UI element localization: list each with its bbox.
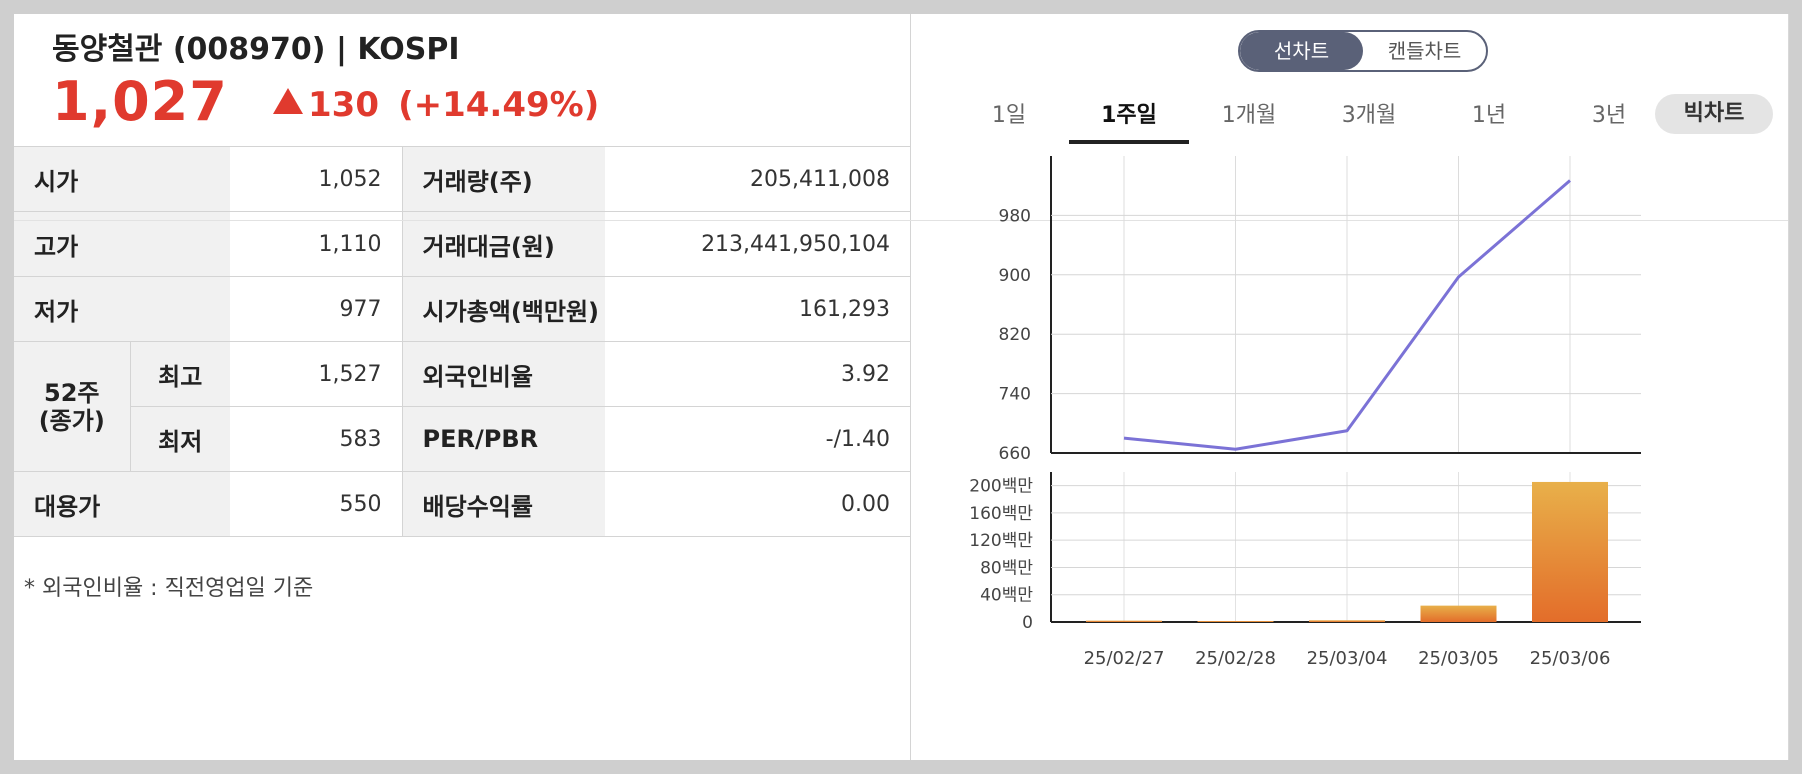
value-foreign-ratio: 3.92: [605, 341, 911, 407]
label-market-cap: 시가총액(백만원): [402, 276, 606, 342]
volume-bar: [1532, 481, 1608, 622]
tab-3month[interactable]: 3개월: [1309, 90, 1429, 144]
volume-bar: [1420, 605, 1497, 622]
value-trade-amount: 213,441,950,104: [605, 211, 911, 277]
volume-bar: [1309, 620, 1385, 622]
big-chart-button[interactable]: 빅차트: [1655, 94, 1773, 134]
volume-bar-chart: 0 40백만 80백만 120백만 160백만 200백만: [969, 472, 1641, 633]
stock-widget: 동양철관 (008970) | KOSPI 1,027 130 (+14.49%…: [14, 14, 1789, 760]
price-change-percent: (+14.49%): [398, 85, 600, 125]
volume-tick-label: 160백만: [969, 504, 1033, 524]
date-tick-label: 25/03/04: [1307, 648, 1388, 669]
current-price: 1,027: [52, 70, 228, 133]
label-open: 시가: [14, 146, 231, 212]
table-row: 시가 1,052 거래량(주) 205,411,008: [14, 146, 911, 212]
price-tick-label: 980: [999, 206, 1031, 226]
table-row: 저가 977 시가총액(백만원) 161,293: [14, 276, 911, 342]
table-row: 최저 583 PER/PBR -/1.40: [14, 406, 911, 472]
value-high: 1,110: [230, 211, 403, 277]
date-tick-label: 25/03/06: [1530, 648, 1611, 669]
stock-info-panel: 동양철관 (008970) | KOSPI 1,027 130 (+14.49%…: [14, 14, 911, 760]
date-tick-label: 25/02/27: [1084, 648, 1165, 669]
chart-panel: 선차트 캔들차트 1일 1주일 1개월 3개월 1년 3년 빅차트 660 740…: [14, 14, 1788, 760]
volume-tick-label: 120백만: [969, 531, 1033, 551]
label-52-week-line2: (종가): [38, 406, 105, 435]
label-dividend-yield: 배당수익률: [402, 471, 606, 537]
label-high: 고가: [14, 211, 231, 277]
price-change: 130: [308, 85, 379, 125]
price-row: 1,027 130 (+14.49%): [52, 70, 599, 133]
tab-1month[interactable]: 1개월: [1189, 90, 1309, 144]
value-low: 977: [230, 276, 403, 342]
stock-title: 동양철관 (008970) | KOSPI: [52, 32, 460, 67]
quote-table: 시가 1,052 거래량(주) 205,411,008 고가 1,110 거래대…: [14, 146, 911, 537]
volume-bar: [1086, 620, 1162, 622]
up-triangle-icon: [272, 88, 303, 114]
date-tick-label: 25/03/05: [1418, 648, 1499, 669]
label-52w-low: 최저: [130, 406, 231, 472]
label-52w-high: 최고: [130, 341, 231, 407]
label-52-week-line1: 52주: [44, 378, 100, 407]
label-volume: 거래량(주): [402, 146, 606, 212]
label-trade-amount: 거래대금(원): [402, 211, 606, 277]
tab-3year[interactable]: 3년: [1549, 90, 1669, 144]
stock-header: 동양철관 (008970) | KOSPI 1,027 130 (+14.49%…: [14, 14, 910, 146]
price-line-chart: 660 740 820 900 980: [999, 156, 1641, 464]
table-row: 고가 1,110 거래대금(원) 213,441,950,104: [14, 211, 911, 277]
tab-1day[interactable]: 1일: [949, 90, 1069, 144]
price-tick-label: 740: [999, 385, 1031, 405]
label-low: 저가: [14, 276, 231, 342]
date-tick-label: 25/02/28: [1195, 648, 1276, 669]
table-row: 52주 (종가) 최고 1,527 외국인비율 3.92: [14, 341, 911, 472]
line-chart-toggle[interactable]: 선차트: [1240, 32, 1363, 70]
value-52w-high: 1,527: [230, 341, 403, 407]
value-volume: 205,411,008: [605, 146, 911, 212]
tab-1week[interactable]: 1주일: [1069, 90, 1189, 144]
chart-type-toggle: 선차트 캔들차트: [1238, 30, 1488, 72]
tab-1year[interactable]: 1년: [1429, 90, 1549, 144]
price-tick-label: 900: [999, 266, 1031, 286]
footnote: * 외국인비율 : 직전영업일 기준: [24, 576, 314, 601]
volume-tick-label: 0: [1022, 613, 1033, 633]
value-52w-low: 583: [230, 406, 403, 472]
label-foreign-ratio: 외국인비율: [402, 341, 606, 407]
value-open: 1,052: [230, 146, 403, 212]
volume-bar: [1197, 621, 1274, 622]
value-market-cap: 161,293: [605, 276, 911, 342]
volume-tick-label: 80백만: [980, 558, 1033, 578]
price-tick-label: 660: [999, 444, 1031, 464]
value-dividend-yield: 0.00: [605, 471, 911, 537]
volume-tick-label: 40백만: [980, 586, 1033, 606]
table-row: 대용가 550 배당수익률 0.00: [14, 471, 911, 537]
label-substitute-price: 대용가: [14, 471, 231, 537]
label-per-pbr: PER/PBR: [402, 406, 606, 472]
value-substitute-price: 550: [230, 471, 403, 537]
price-tick-label: 820: [999, 325, 1031, 345]
label-52-week: 52주 (종가): [14, 341, 131, 472]
price-volume-chart: 660 740 820 900 980 0 40백만 80백만 120백만 160백만 200백만…: [969, 156, 1641, 669]
value-per-pbr: -/1.40: [605, 406, 911, 472]
date-axis: 25/02/27 25/02/28 25/03/04 25/03/05 25/03/06: [1084, 648, 1611, 669]
candle-chart-toggle[interactable]: 캔들차트: [1363, 32, 1486, 70]
volume-tick-label: 200백만: [969, 477, 1033, 497]
